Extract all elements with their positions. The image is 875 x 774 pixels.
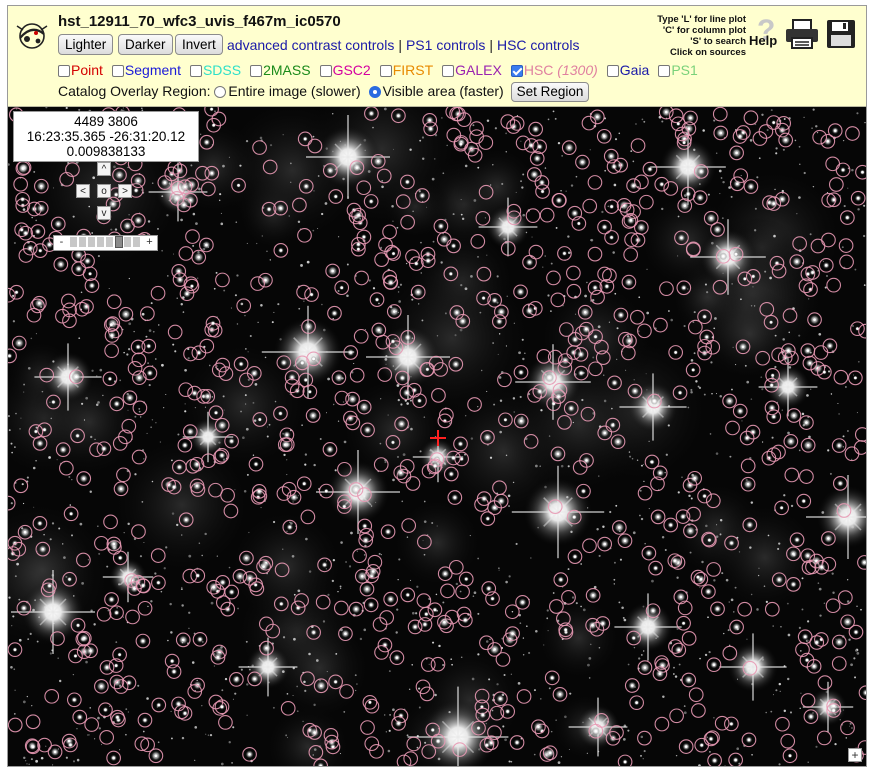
visible-area-label: Visible area (faster) bbox=[382, 83, 504, 99]
hint-line: Type 'L' for line plot bbox=[657, 14, 746, 25]
catalog-label: PS1 bbox=[671, 62, 698, 79]
invert-button[interactable]: Invert bbox=[175, 34, 223, 55]
catalog-sdss[interactable]: SDSS bbox=[189, 62, 242, 79]
catalog-label: Point bbox=[71, 62, 103, 79]
catalog-label: FIRST bbox=[392, 62, 434, 79]
sky-image-viewer[interactable]: 4489 3806 16:23:35.365 -26:31:20.12 0.00… bbox=[8, 107, 866, 766]
save-disk-icon[interactable] bbox=[826, 18, 856, 50]
ps1-controls-link[interactable]: PS1 controls bbox=[406, 37, 485, 53]
catalog-checkboxes: Point Segment SDSS 2MASS GSC2 FIRST GALEX HSC (… bbox=[58, 61, 707, 79]
catalog-checkbox[interactable] bbox=[189, 65, 202, 78]
catalog-ps1[interactable]: PS1 bbox=[658, 62, 698, 79]
hint-line: 'S' to search bbox=[690, 36, 746, 47]
catalog-checkbox[interactable] bbox=[510, 65, 523, 78]
catalog-checkbox[interactable] bbox=[250, 65, 263, 78]
coordinate-readout: 4489 3806 16:23:35.365 -26:31:20.12 0.00… bbox=[13, 111, 199, 162]
catalog-overlay-region: Catalog Overlay Region: Entire image (sl… bbox=[58, 82, 590, 102]
catalog-point[interactable]: Point bbox=[58, 62, 103, 78]
catalog-segment[interactable]: Segment bbox=[111, 62, 181, 79]
catalog-gsc2[interactable]: GSC2 bbox=[319, 62, 371, 79]
expand-button[interactable]: + bbox=[848, 748, 862, 762]
pixel-value: 0.009838133 bbox=[66, 144, 146, 159]
entire-image-label: Entire image (slower) bbox=[228, 83, 361, 99]
catalog-checkbox[interactable] bbox=[442, 65, 455, 78]
link-separator: | bbox=[489, 37, 493, 53]
pan-left-button[interactable]: < bbox=[76, 184, 90, 198]
advanced-contrast-controls-link[interactable]: advanced contrast controls bbox=[227, 37, 394, 53]
catalog-2mass[interactable]: 2MASS bbox=[250, 62, 311, 79]
hint-line: Click on sources bbox=[669, 47, 746, 58]
catalog-checkbox[interactable] bbox=[658, 65, 671, 78]
image-title: hst_12911_70_wfc3_uvis_f467m_ic0570 bbox=[58, 13, 341, 30]
catalog-label: GSC2 bbox=[332, 62, 371, 79]
set-region-button[interactable]: Set Region bbox=[510, 82, 590, 102]
catalog-gaia[interactable]: Gaia bbox=[606, 62, 650, 79]
hint-line: 'C' for column plot bbox=[662, 25, 746, 36]
catalog-galex[interactable]: GALEX bbox=[442, 62, 502, 78]
catalog-checkbox[interactable] bbox=[58, 65, 70, 78]
center-button[interactable]: o bbox=[97, 184, 111, 198]
entire-image-radio[interactable] bbox=[214, 86, 227, 98]
catalog-label: HSC bbox=[523, 62, 554, 79]
zoom-thumb[interactable] bbox=[114, 236, 123, 248]
toolbar: hst_12911_70_wfc3_uvis_f467m_ic0570 Ligh… bbox=[8, 6, 866, 107]
pixel-position: 4489 3806 bbox=[74, 114, 138, 129]
sky-coordinates: 16:23:35.365 -26:31:20.12 bbox=[26, 129, 186, 144]
visible-area-radio[interactable] bbox=[368, 86, 381, 98]
print-icon[interactable] bbox=[784, 18, 820, 50]
lighter-button[interactable]: Lighter bbox=[58, 34, 114, 55]
keyboard-hints: Type 'L' for line plot 'C' for column pl… bbox=[648, 14, 746, 58]
darker-button[interactable]: Darker bbox=[118, 34, 173, 55]
region-label: Catalog Overlay Region: bbox=[58, 83, 211, 99]
catalog-checkbox[interactable] bbox=[111, 65, 124, 78]
hsc-controls-link[interactable]: HSC controls bbox=[497, 37, 579, 53]
zoom-in-button[interactable]: + bbox=[143, 236, 156, 248]
catalog-count: (1300) bbox=[553, 62, 598, 79]
catalog-label: GALEX bbox=[455, 62, 502, 79]
logo-icon bbox=[16, 23, 48, 49]
link-separator: | bbox=[398, 37, 402, 53]
help-icon[interactable]: ? Help bbox=[748, 16, 782, 52]
pan-down-button[interactable]: v bbox=[97, 206, 111, 220]
catalog-checkbox[interactable] bbox=[319, 65, 332, 78]
pan-right-button[interactable]: > bbox=[118, 184, 132, 198]
image-viewer-panel: hst_12911_70_wfc3_uvis_f467m_ic0570 Ligh… bbox=[7, 5, 867, 767]
sky-image[interactable] bbox=[8, 107, 866, 766]
pan-up-button[interactable]: ^ bbox=[97, 162, 111, 176]
zoom-slider[interactable]: - + bbox=[53, 235, 158, 251]
zoom-track[interactable] bbox=[70, 236, 140, 248]
help-label: Help bbox=[749, 33, 777, 48]
catalog-label: Gaia bbox=[619, 62, 650, 79]
catalog-label: SDSS bbox=[202, 62, 242, 79]
catalog-hsc[interactable]: HSC (1300) bbox=[510, 62, 598, 79]
catalog-checkbox[interactable] bbox=[606, 65, 619, 78]
control-links: advanced contrast controls | PS1 controls |… bbox=[227, 37, 579, 53]
catalog-label: Segment bbox=[124, 62, 181, 79]
catalog-label: 2MASS bbox=[263, 62, 311, 79]
catalog-first[interactable]: FIRST bbox=[379, 62, 434, 79]
catalog-checkbox[interactable] bbox=[379, 65, 392, 78]
zoom-out-button[interactable]: - bbox=[55, 236, 68, 248]
